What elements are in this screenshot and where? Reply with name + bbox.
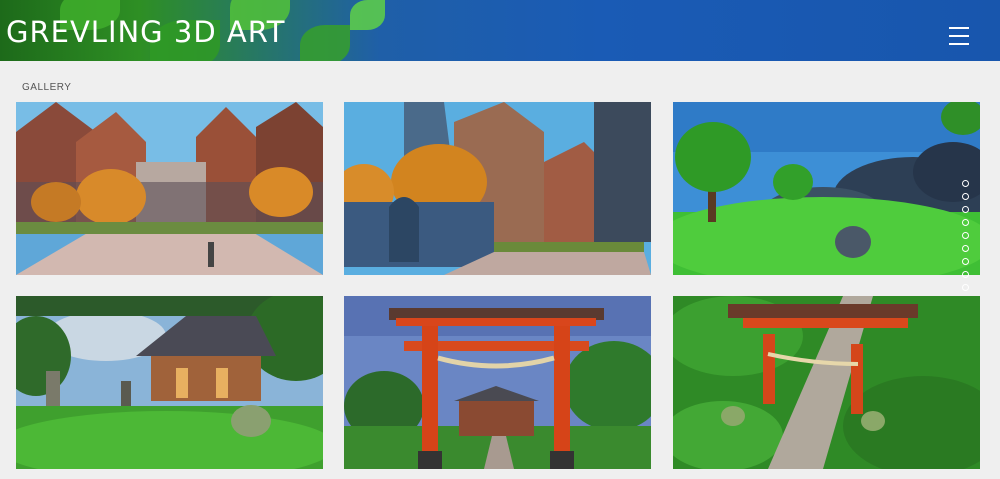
gallery-image-green-hills-with-trees[interactable] [673,102,980,275]
gallery-image-medieval-town-square[interactable] [16,102,323,275]
pagination-dot[interactable] [962,258,969,265]
pagination-dot[interactable] [962,193,969,200]
japanese-temple-image [16,296,323,469]
gallery-image-red-torii-gate-front[interactable] [344,296,651,469]
gallery-image-medieval-town-street[interactable] [344,102,651,275]
site-header: GREVLING 3D ART [0,0,1000,61]
gallery-image-red-torii-gate-aerial[interactable] [673,296,980,469]
medieval-town-street-image [344,102,651,275]
pagination-dot[interactable] [962,232,969,239]
pagination-dot[interactable] [962,180,969,187]
pagination-dot[interactable] [962,284,969,291]
foliage-decoration [350,0,385,30]
green-hills-image [673,102,980,275]
medieval-town-square-image [16,102,323,275]
pagination-dot[interactable] [962,219,969,226]
gallery-heading: GALLERY [22,82,72,93]
red-torii-gate-aerial-image [673,296,980,469]
gallery-image-japanese-temple-with-lanterns[interactable] [16,296,323,469]
slider-pagination [962,180,970,297]
red-torii-gate-front-image [344,296,651,469]
pagination-dot[interactable] [962,206,969,213]
hamburger-menu-icon[interactable] [949,27,969,45]
pagination-dot[interactable] [962,245,969,252]
pagination-dot[interactable] [962,271,969,278]
site-title[interactable]: GREVLING 3D ART [6,18,285,47]
foliage-decoration [300,25,350,61]
